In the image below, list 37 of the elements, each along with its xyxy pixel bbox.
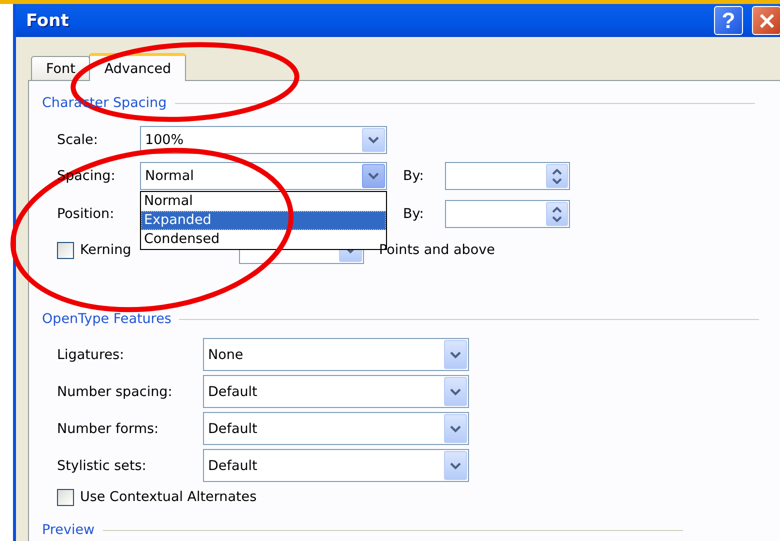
field-label: By: [403,206,425,222]
spin-field[interactable] [445,162,570,190]
spin-field[interactable] [445,200,570,228]
feature-combo[interactable]: None [203,338,469,371]
field-label: Number spacing: [57,384,174,400]
spin-arrows-icon[interactable] [546,202,568,226]
combo-value: None [208,346,244,364]
checkbox-label: Use Contextual Alternates [80,489,257,505]
field-label: Scale: [57,132,99,148]
combo-value: Default [208,456,258,476]
checkbox[interactable] [57,242,74,258]
section-heading: OpenType Features [42,311,172,327]
checkbox[interactable] [57,488,74,506]
field-label: Position: [57,206,116,222]
field-label: Number forms: [57,420,160,436]
spacing-combo[interactable]: Normal [140,162,387,190]
combo-value: 100% [145,131,184,150]
window-title: Font [26,10,69,30]
feature-combo[interactable]: Default [203,449,469,482]
feature-combo[interactable]: Default [203,375,469,408]
help-button[interactable]: ? [714,6,743,35]
scale-combo[interactable]: 100% [140,126,387,154]
tab[interactable]: Font [31,56,90,80]
field-label: Stylistic sets: [57,458,148,474]
field-label: Ligatures: [57,346,126,362]
section-heading: Preview [42,522,95,538]
feature-combo[interactable]: Default [203,412,469,445]
dropdown-option[interactable]: Expanded [141,211,386,230]
combo-value: Default [208,382,258,402]
close-icon[interactable] [752,6,780,35]
checkbox-label: Kerning [80,242,132,258]
tab[interactable]: Advanced [89,53,186,81]
combo-value: Default [208,420,258,438]
field-label: By: [403,168,425,184]
spin-arrows-icon[interactable] [546,164,568,188]
dropdown-option[interactable]: Normal [141,192,386,211]
combo-value: Normal [145,167,194,186]
